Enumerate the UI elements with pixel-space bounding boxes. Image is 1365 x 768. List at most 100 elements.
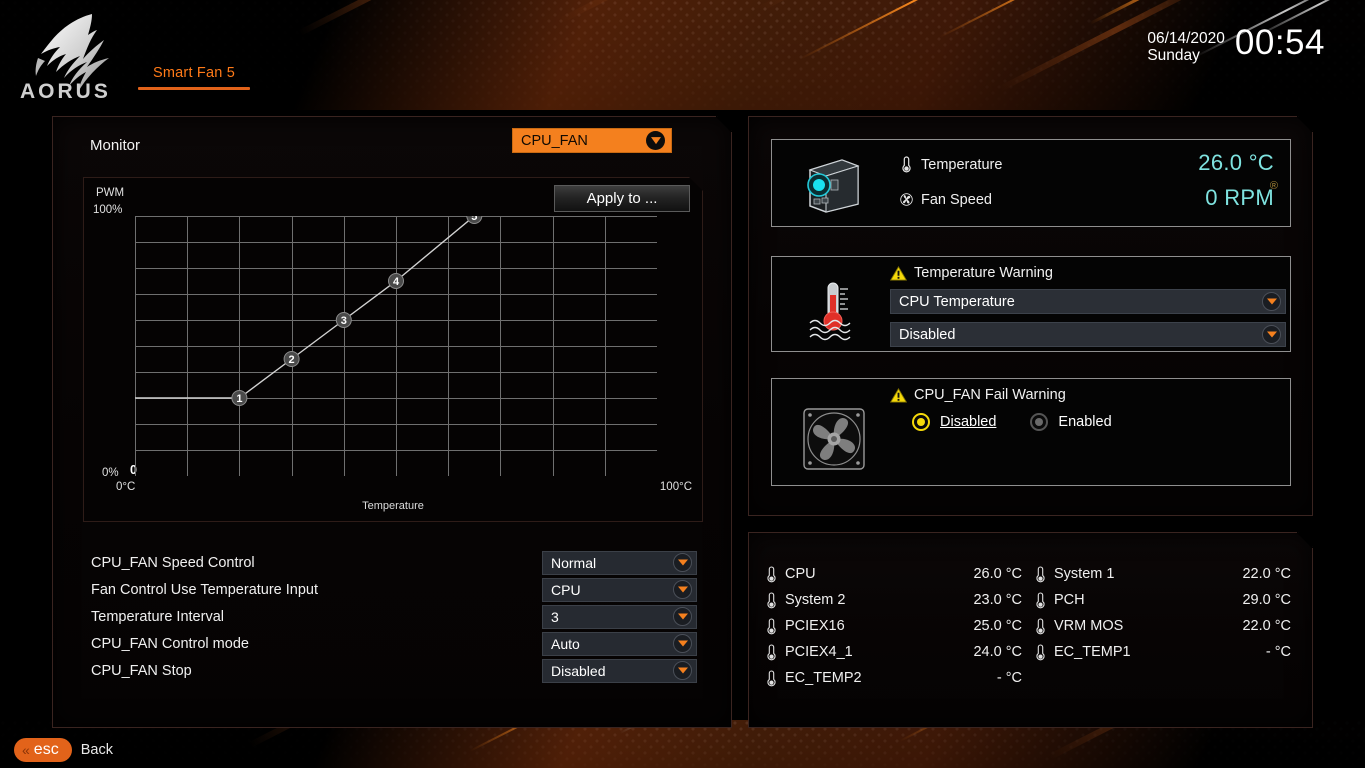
- fan-setting-row: CPU_FAN Control mode Auto: [91, 630, 697, 657]
- thermometer-icon: [765, 618, 778, 635]
- thermometer-icon: [765, 592, 778, 609]
- chart-gridlines: [135, 216, 657, 476]
- sensor-row: EC_TEMP1 - °C: [1034, 639, 1297, 665]
- sensor-temperature-grid: CPU 26.0 °C System 1 22.0 °C System 2 23.0 °C…: [765, 561, 1297, 691]
- fan-setting-label: Fan Control Use Temperature Input: [91, 581, 319, 598]
- fan-curve-point-1[interactable]: 1: [232, 391, 247, 406]
- fan-setting-select[interactable]: Normal: [542, 551, 697, 575]
- fan-icon: [900, 191, 913, 208]
- readout-card: Temperature 26.0 °C Fan Speed 0 RPM ®: [771, 139, 1291, 227]
- radio-disabled-icon[interactable]: [912, 413, 930, 431]
- apply-to-button[interactable]: Apply to ...: [554, 185, 690, 212]
- registered-mark-icon: ®: [1269, 180, 1278, 192]
- fan-curve-point-label: 2: [289, 354, 295, 366]
- fan-speed-row: Fan Speed: [900, 191, 992, 208]
- chevron-down-icon: [673, 661, 692, 680]
- sensor-name: CPU: [785, 566, 816, 582]
- fan-curve-point-label: 1: [236, 393, 242, 405]
- sensor-temperatures-panel: CPU 26.0 °C System 1 22.0 °C System 2 23.0 °C…: [748, 532, 1313, 728]
- sensor-value: - °C: [996, 670, 1022, 686]
- fan-setting-label: Temperature Interval: [91, 608, 224, 625]
- system-clock: 06/14/2020 Sunday 00:54: [1147, 23, 1325, 65]
- fan-curve-point-3[interactable]: 3: [336, 313, 351, 328]
- sensor-row: PCIEX4_1 24.0 °C: [765, 639, 1028, 665]
- radio-label[interactable]: Disabled: [940, 414, 996, 430]
- sensor-name: EC_TEMP2: [785, 670, 862, 686]
- fan-setting-row: CPU_FAN Speed Control Normal: [91, 549, 697, 576]
- thermometer-icon: [1034, 566, 1047, 583]
- thermometer-icon: [1034, 592, 1047, 609]
- radio-enabled-icon[interactable]: [1030, 413, 1048, 431]
- bios-screen: AORUS Smart Fan 5 06/14/2020 Sunday 00:5…: [0, 0, 1365, 768]
- fan-curve-line: [135, 216, 474, 398]
- fan-header-selector-value: CPU_FAN: [521, 132, 588, 149]
- fan-curve-point-label: 4: [393, 276, 400, 288]
- thermometer-icon: [1034, 644, 1047, 661]
- fan-settings-list: CPU_FAN Speed Control Normal Fan Control U…: [91, 549, 697, 684]
- fan-header-selector[interactable]: CPU_FAN: [512, 128, 672, 153]
- svg-text:AORUS: AORUS: [20, 80, 111, 103]
- chevron-down-icon: [673, 580, 692, 599]
- fan-curve-point-2[interactable]: 2: [284, 352, 299, 367]
- sensor-name: System 2: [785, 592, 846, 608]
- chart-y-axis-title: PWM: [96, 187, 125, 199]
- chart-y-min-label: 0%: [102, 467, 119, 479]
- temperature-warning-source-select[interactable]: CPU Temperature: [890, 289, 1286, 314]
- thermometer-icon: [765, 566, 778, 583]
- sensor-row: PCH 29.0 °C: [1034, 587, 1297, 613]
- sensor-name: PCH: [1054, 592, 1085, 608]
- esc-key-label: esc: [33, 741, 59, 758]
- sensor-name: System 1: [1054, 566, 1115, 582]
- temperature-warning-threshold-select[interactable]: Disabled: [890, 322, 1286, 347]
- fan-curve-point-label: 5: [471, 216, 477, 223]
- fan-setting-row: Temperature Interval 3: [91, 603, 697, 630]
- temperature-row: Temperature: [900, 156, 1002, 173]
- sensor-value: 26.0 °C: [973, 566, 1022, 582]
- warning-triangle-icon: [890, 266, 907, 281]
- sensor-value: 25.0 °C: [973, 618, 1022, 634]
- case-fan-icon: [802, 407, 866, 471]
- fan-setting-value: Normal: [551, 554, 597, 571]
- hardware-monitor-panel: Temperature 26.0 °C Fan Speed 0 RPM ® Te…: [748, 116, 1313, 516]
- fan-curve-point-label: 3: [341, 315, 347, 327]
- chevron-down-icon: [1262, 292, 1281, 311]
- pc-case-icon: [802, 152, 866, 216]
- fan-setting-value: Disabled: [551, 662, 606, 679]
- fan-setting-select[interactable]: Disabled: [542, 659, 697, 683]
- temperature-warning-threshold-value: Disabled: [899, 326, 956, 343]
- chart-plot-area[interactable]: 1 2 3 4 5: [135, 216, 657, 476]
- fan-setting-select[interactable]: Auto: [542, 632, 697, 656]
- double-chevron-left-icon: «: [22, 742, 30, 758]
- fan-curve-chart[interactable]: PWM 100% 0% 0 0°C 100°C Temperature Appl…: [83, 177, 703, 522]
- fan-setting-select[interactable]: CPU: [542, 578, 697, 602]
- chart-y-max-label: 100%: [93, 204, 123, 216]
- thermometer-icon: [765, 644, 778, 661]
- sensor-name: PCIEX16: [785, 618, 845, 634]
- sensor-row: EC_TEMP2 - °C: [765, 665, 1028, 691]
- system-weekday: Sunday: [1147, 47, 1200, 65]
- fan-setting-row: CPU_FAN Stop Disabled: [91, 657, 697, 684]
- sensor-value: 22.0 °C: [1242, 618, 1291, 634]
- fan-curve-point-4[interactable]: 4: [389, 274, 404, 289]
- sensor-name: PCIEX4_1: [785, 644, 853, 660]
- esc-back-button[interactable]: « esc: [14, 738, 72, 762]
- fan-speed-label: Fan Speed: [921, 191, 992, 208]
- nav-tab-smart-fan-5[interactable]: Smart Fan 5: [138, 65, 250, 90]
- sensor-name: EC_TEMP1: [1054, 644, 1131, 660]
- fan-setting-label: CPU_FAN Control mode: [91, 635, 249, 652]
- chevron-down-icon: [1262, 325, 1281, 344]
- thermometer-icon: [900, 156, 913, 173]
- fan-setting-row: Fan Control Use Temperature Input CPU: [91, 576, 697, 603]
- sensor-value: 23.0 °C: [973, 592, 1022, 608]
- temperature-warning-card: Temperature Warning CPU Temperature Disa…: [771, 256, 1291, 352]
- nav-tab-label: Smart Fan 5: [153, 65, 235, 81]
- fan-curve-point-5[interactable]: 5: [467, 216, 482, 224]
- sensor-row: [1034, 665, 1297, 691]
- fan-setting-value: Auto: [551, 635, 580, 652]
- fan-setting-select[interactable]: 3: [542, 605, 697, 629]
- radio-label[interactable]: Enabled: [1058, 414, 1111, 430]
- system-time: 00:54: [1234, 23, 1325, 62]
- temperature-value: 26.0 °C: [1198, 150, 1274, 175]
- aorus-logo: AORUS: [14, 8, 126, 104]
- sensor-value: 22.0 °C: [1242, 566, 1291, 582]
